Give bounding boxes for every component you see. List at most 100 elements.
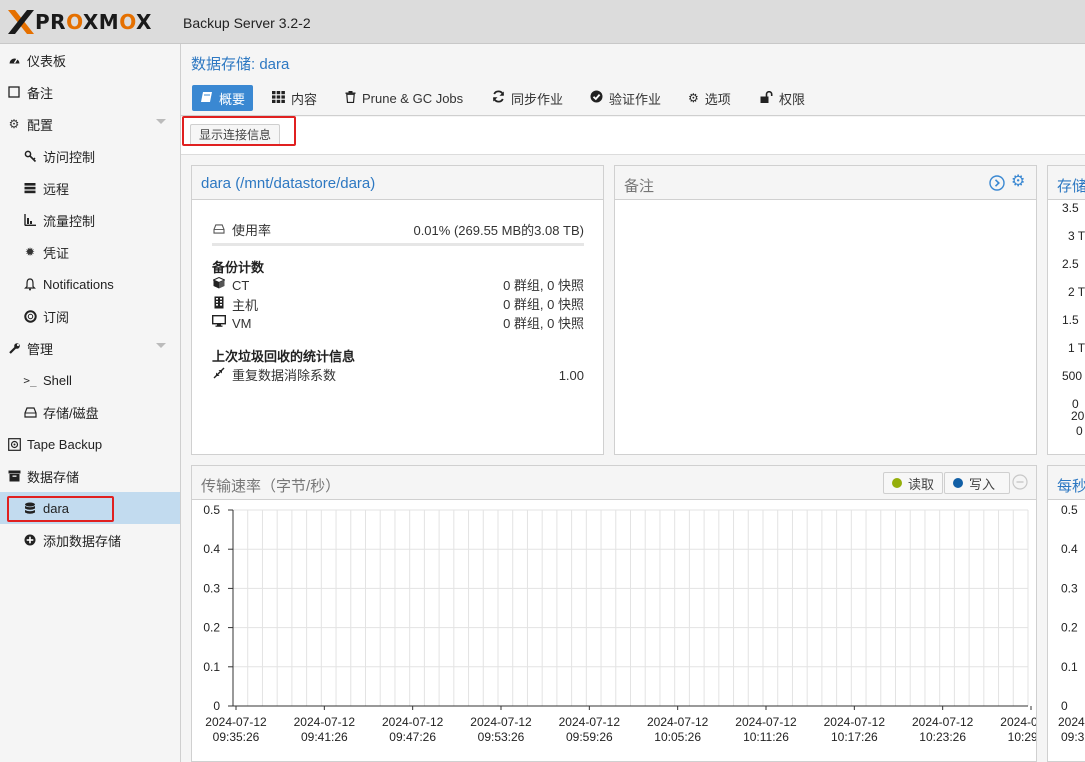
trash-icon [345,90,356,106]
sidebar-item-datastore[interactable]: 数据存储 [0,460,180,492]
sidebar-item-label: 添加数据存储 [43,533,122,549]
ct-value: 0 群组, 0 快照 [503,278,584,293]
key-icon [23,149,37,163]
certificate-icon: ✹ [24,245,36,259]
operations-chart: 0.5 0.4 0.3 0.2 0.1 0 202409:3 [1058,503,1085,744]
x-tick-time-label: 09:59:26 [566,730,613,744]
x-tick-time-label: 09:41:26 [301,730,348,744]
x-tick-time-label: 09:35:26 [213,730,260,744]
y-tick-label: 0 [1061,699,1068,713]
highlight-annotation [182,116,296,146]
collapse-caret-icon[interactable] [156,343,166,348]
sidebar-item-label: 远程 [43,181,70,197]
unlock-icon [760,90,773,106]
usage-row: 使用率 0.01% (269.55 MB的3.08 TB) [212,222,584,240]
sidebar-item-label: 流量控制 [43,213,96,229]
sidebar-item-subscription[interactable]: 订阅 [0,300,180,332]
x-tick-date-label: 2024-07-12 [1000,715,1036,729]
x-tick-date-label: 2024-07-12 [205,715,267,729]
storage-usage-panel: 存储 3.5 3 T 2.5 2 T 1.5 1 T 500 0 20 0 [1047,165,1085,455]
y-tick-label: 0.2 [203,621,220,635]
tab-label: 概要 [219,91,246,107]
dedup-factor-row: 重复数据消除系数 1.00 [212,367,584,385]
tab-label: Prune & GC Jobs [362,90,464,106]
collapse-caret-icon[interactable] [156,119,166,124]
page-title: 数据存储: dara [191,56,290,73]
host-count-row: 主机 0 群组, 0 快照 [212,296,584,314]
sidebar-item-tape-backup[interactable]: Tape Backup [0,428,180,460]
server-icon [23,181,37,195]
hdd-icon [212,222,226,240]
support-icon [23,309,37,323]
sidebar-item-storage-disks[interactable]: 存储/磁盘 [0,396,180,428]
sidebar-item-remotes[interactable]: 远程 [0,172,180,204]
y-tick-label: 0.2 [1061,621,1078,635]
toolbar: 显示连接信息 [181,117,1085,155]
x-tick-date-label: 2024-07-12 [735,715,797,729]
sidebar-item-certificates[interactable]: ✹ 凭证 [0,236,180,268]
tab-label: 选项 [704,91,731,107]
x-tick-date-label: 20 [1071,409,1085,423]
sidebar-item-access-control[interactable]: 访问控制 [0,140,180,172]
gear-icon[interactable]: ⚙ [1011,174,1025,190]
sidebar-item-label: 访问控制 [43,149,96,165]
desktop-icon [211,314,227,333]
panel-title: 备注 [624,178,655,195]
y-tick-label: 0.4 [1061,542,1078,556]
check-circle-icon [590,90,603,106]
tab-summary[interactable]: 概要 [192,85,254,111]
host-value: 0 群组, 0 快照 [503,297,584,312]
tab-sync-jobs[interactable]: 同步作业 [484,85,571,111]
storage-usage-chart: 3.53 T2.52 T1.51 T5000200 [1062,201,1085,438]
tab-content[interactable]: 内容 [264,85,325,111]
x-tick-time-label: 09:53:26 [478,730,525,744]
vm-value: 0 群组, 0 快照 [503,316,584,331]
y-tick-label: 1 T [1068,341,1085,355]
panel-header: 备注 ⚙ [615,166,1036,200]
legend-write-toggle[interactable]: 写入 [944,472,1010,494]
x-tick-date-label: 2024-07-12 [470,715,532,729]
th-icon [272,90,285,106]
sidebar-item-configuration[interactable]: ⚙ 配置 [0,108,180,140]
sidebar-item-label: 管理 [27,341,54,357]
collapse-icon[interactable] [989,175,1005,194]
sidebar-item-notes[interactable]: 备注 [0,76,180,108]
y-tick-label: 2.5 [1062,257,1079,271]
notes-icon [7,85,21,99]
vm-label: VM [232,316,252,331]
sidebar-item-administration[interactable]: 管理 [0,332,180,364]
sidebar-item-shell[interactable]: >_ Shell [0,364,180,396]
x-tick-date-label: 2024-07-12 [382,715,444,729]
sidebar-item-label: Tape Backup [27,436,103,452]
legend-read-toggle[interactable]: 读取 [883,472,943,494]
y-tick-label: 0.5 [1061,503,1078,517]
x-tick-time-label: 10:05:26 [654,730,701,744]
sidebar-item-add-datastore[interactable]: 添加数据存储 [0,524,180,556]
reset-zoom-icon[interactable] [1012,474,1028,493]
y-tick-label: 3 T [1068,229,1085,243]
x-tick-time-label: 09:47:26 [389,730,436,744]
tab-options[interactable]: ⚙ 选项 [680,85,739,111]
legend-write-label: 写入 [969,476,996,492]
archive-icon [7,469,21,483]
bell-icon [23,277,37,291]
main-content: 数据存储: dara 概要 内容 Prune & GC Jobs 同步作业 验证… [181,44,1085,762]
tab-verify-jobs[interactable]: 验证作业 [582,85,669,111]
proxmox-logo[interactable]: PROXMOX [8,10,152,34]
gc-stats-heading: 上次垃圾回收的统计信息 [212,349,356,364]
panel-title: dara (/mnt/datastore/dara) [201,175,376,192]
x-tick-date-label: 2024-07-12 [294,715,356,729]
usage-progress-bar [212,243,584,246]
sidebar-item-traffic-control[interactable]: 流量控制 [0,204,180,236]
tape-icon [7,437,21,451]
tab-prune-gc-jobs[interactable]: Prune & GC Jobs [337,85,471,111]
x-tick-time-label: 10:23:26 [919,730,966,744]
building-icon [212,296,226,315]
hdd-icon [23,405,37,419]
tab-permissions[interactable]: 权限 [752,85,813,111]
x-tick-date-label: 2024-07-12 [912,715,974,729]
sidebar-item-notifications[interactable]: Notifications [0,268,180,300]
x-tick-time-label: 10:11:26 [743,730,789,744]
sidebar-item-dashboard[interactable]: 仪表板 [0,44,180,76]
highlight-annotation [7,496,114,522]
